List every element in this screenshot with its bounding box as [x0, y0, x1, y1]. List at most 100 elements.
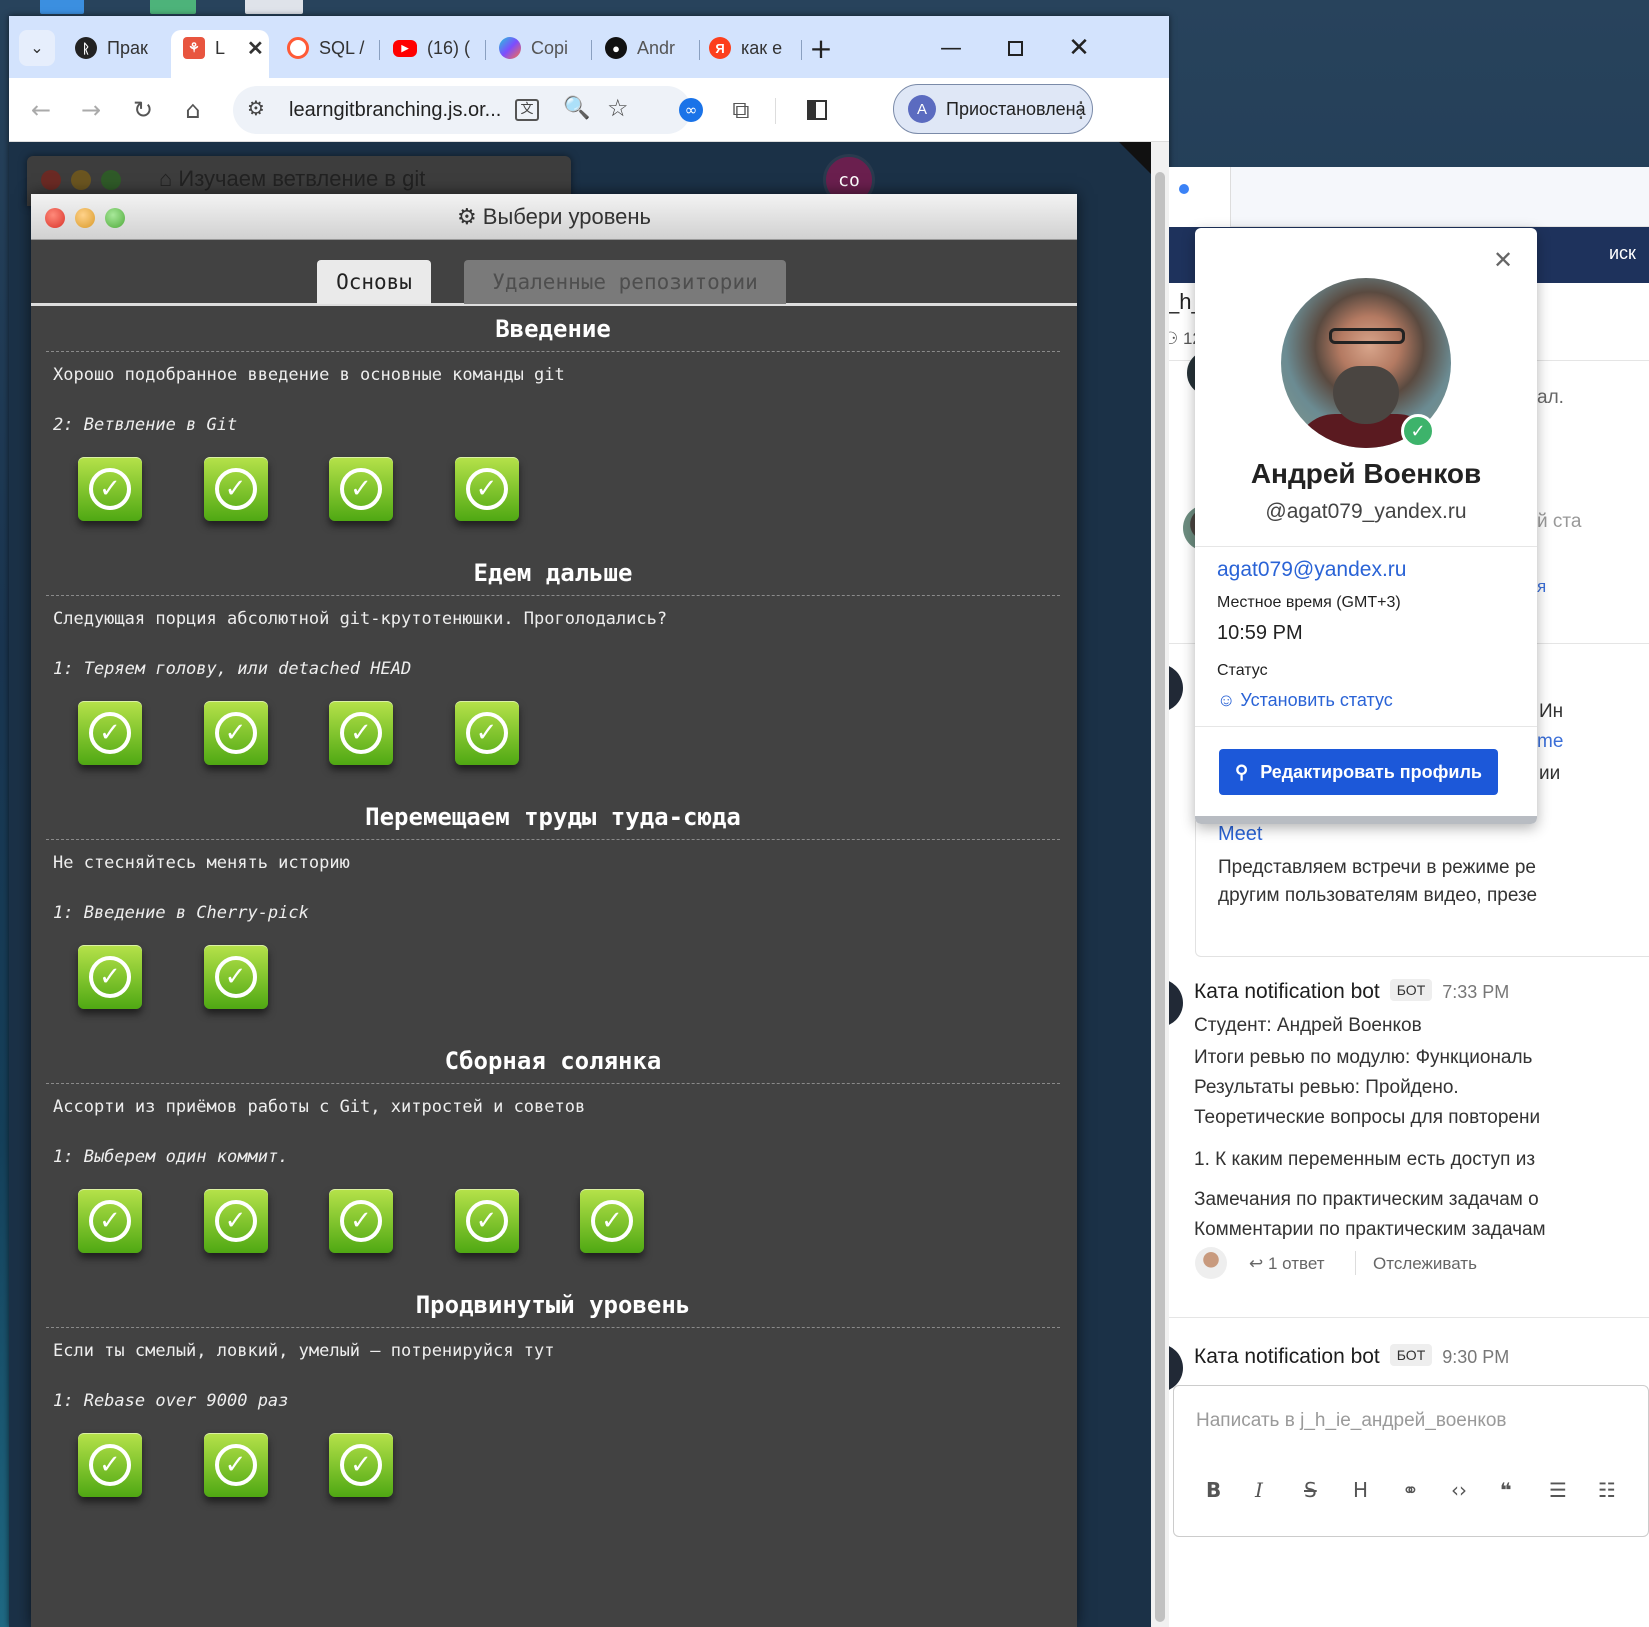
browser-tab[interactable]: ● Andr [605, 30, 691, 66]
browser-tab-active[interactable]: ⚘ L ✕ [171, 30, 269, 78]
bold-icon[interactable]: B [1206, 1478, 1255, 1502]
edit-profile-button[interactable]: ⚲ Редактировать профиль [1219, 749, 1498, 795]
level-button[interactable]: ✓ [203, 457, 268, 521]
level-button[interactable]: ✓ [329, 1189, 393, 1253]
section-description: Ассорти из приёмов работы с Git, хитрост… [53, 1097, 586, 1117]
bot-badge: БОТ [1389, 979, 1433, 1001]
forward-button[interactable]: → [73, 92, 109, 128]
extension-infinity-icon[interactable]: ∞ [673, 92, 709, 128]
level-button[interactable]: ✓ [329, 457, 393, 521]
window-minimize-dot[interactable] [71, 170, 91, 190]
code-icon[interactable]: ‹› [1451, 1478, 1500, 1502]
new-tab-button[interactable]: + [801, 30, 841, 66]
browser-tab[interactable]: ▶ (16) ( [393, 30, 477, 66]
desktop-icon[interactable] [40, 0, 84, 14]
search-q-icon [287, 37, 309, 59]
checkmark-icon: ✓ [340, 468, 382, 510]
replies-link[interactable]: ↩ 1 ответ [1249, 1254, 1325, 1274]
side-panel-icon[interactable] [799, 92, 835, 128]
profile-username: @agat079_yandex.ru [1265, 500, 1467, 523]
level-button[interactable]: ✓ [203, 1189, 268, 1253]
current-level-label: 2: Ветвление в Git [53, 415, 238, 435]
message-time[interactable]: 9:30 PM [1442, 1347, 1509, 1367]
profile-email[interactable]: agat079@yandex.ru [1217, 558, 1406, 582]
checkmark-icon: ✓ [214, 468, 257, 510]
level-button[interactable]: ✓ [454, 701, 519, 765]
browser-tab[interactable]: ᚱ Прак [75, 30, 157, 66]
site-info-icon[interactable]: ⚙ [247, 96, 265, 120]
bot-avatar[interactable]: ᚱ [1169, 664, 1183, 712]
checkmark-icon: ✓ [340, 1444, 382, 1486]
bullet-list-icon[interactable]: ☰ [1549, 1478, 1598, 1502]
message-time[interactable]: 7:33 PM [1442, 982, 1509, 1002]
level-button[interactable]: ✓ [580, 1189, 644, 1253]
heading-icon[interactable]: H [1353, 1478, 1402, 1502]
reload-button[interactable]: ↻ [125, 92, 161, 128]
level-grid: ✓ ✓ [46, 925, 1060, 1035]
tab-remote[interactable]: Удаленные репозитории [464, 260, 786, 304]
maximize-button[interactable] [995, 30, 1035, 66]
message-header: Ката notification bot БОТ 9:30 PM [1194, 1344, 1509, 1369]
level-button[interactable]: ✓ [203, 701, 268, 765]
search-label[interactable]: иск [1609, 243, 1636, 264]
follow-thread-button[interactable]: Отслеживать [1373, 1254, 1477, 1274]
level-button[interactable]: ✓ [78, 701, 142, 765]
message-author[interactable]: Ката notification bot [1194, 980, 1380, 1003]
level-button[interactable]: ✓ [203, 945, 268, 1009]
level-button[interactable]: ✓ [78, 945, 142, 1009]
level-button[interactable]: ✓ [203, 1433, 268, 1497]
browser-tab[interactable]: Я как е [709, 30, 793, 66]
current-level-label: 1: Теряем голову, или detached HEAD [53, 659, 412, 679]
url-text: learngitbranching.js.or... [289, 99, 502, 121]
translate-icon[interactable]: 文 [515, 99, 539, 121]
scrollbar-thumb[interactable] [1155, 172, 1165, 1622]
bookmark-star-icon[interactable]: ☆ [607, 94, 629, 122]
level-button[interactable]: ✓ [78, 457, 142, 521]
level-button[interactable]: ✓ [78, 1189, 142, 1253]
set-status-link[interactable]: ☺ Установить статус [1217, 690, 1393, 711]
browser-toolbar: ← → ↻ ⌂ ⚙ learngitbranching.js.or... 文 🔍… [9, 78, 1169, 142]
section-description: Если ты смелый, ловкий, умелый – потрени… [53, 1341, 555, 1361]
page-scrollbar[interactable] [1151, 142, 1169, 1627]
numbered-list-icon[interactable]: ☷ [1598, 1478, 1647, 1502]
level-button[interactable]: ✓ [454, 457, 519, 521]
level-button[interactable]: ✓ [329, 1433, 393, 1497]
composer-placeholder[interactable]: Написать в j_h_ie_андрей_военков [1196, 1410, 1507, 1432]
strikethrough-icon[interactable]: S [1304, 1478, 1353, 1502]
link-icon[interactable]: ⚭ [1402, 1478, 1451, 1502]
desktop-icon[interactable] [150, 0, 196, 14]
status-label: Статус [1217, 662, 1268, 679]
tab-search-button[interactable]: ⌄ [19, 30, 55, 66]
back-button[interactable]: ← [23, 92, 59, 128]
section-title: Едем дальше [46, 550, 1060, 596]
close-tab-icon[interactable]: ✕ [247, 36, 264, 61]
section-description: Не стесняйтесь менять историю [53, 853, 350, 873]
message-author[interactable]: Ката notification bot [1194, 1345, 1380, 1368]
extensions-puzzle-icon[interactable]: ⧉ [723, 92, 759, 128]
address-bar[interactable]: ⚙ learngitbranching.js.or... 文 🔍 ☆ [233, 86, 691, 134]
level-button[interactable]: ✓ [329, 701, 393, 765]
home-button[interactable]: ⌂ [175, 92, 211, 128]
browser-menu-button[interactable]: ⋮ [1063, 92, 1099, 128]
message-composer[interactable]: Написать в j_h_ie_андрей_военков B I S H… [1173, 1385, 1649, 1537]
reply-icon: ↩ [1249, 1254, 1268, 1273]
quote-icon[interactable]: ❝ [1500, 1478, 1549, 1502]
italic-icon[interactable]: I [1255, 1478, 1304, 1502]
window-zoom-dot[interactable] [101, 170, 121, 190]
minimize-button[interactable]: — [931, 30, 971, 66]
close-window-button[interactable]: ✕ [1059, 30, 1099, 66]
bot-avatar[interactable]: ᚱ [1169, 979, 1183, 1027]
desktop-icon[interactable] [245, 0, 303, 14]
reply-avatar[interactable] [1195, 1247, 1227, 1279]
level-button[interactable]: ✓ [78, 1433, 142, 1497]
meet-title[interactable]: Meet [1218, 823, 1262, 846]
browser-tab[interactable]: Copi [499, 30, 583, 66]
browser-tab[interactable]: SQL / [287, 30, 371, 66]
tab-basics[interactable]: Основы [317, 260, 431, 304]
tab-indicator-dot [1179, 184, 1189, 194]
window-close-dot[interactable] [41, 170, 61, 190]
zoom-icon[interactable]: 🔍 [563, 96, 590, 121]
level-grid: ✓ ✓ ✓ ✓ [46, 437, 1060, 547]
level-button[interactable]: ✓ [454, 1189, 519, 1253]
close-icon[interactable]: ✕ [1493, 246, 1513, 274]
